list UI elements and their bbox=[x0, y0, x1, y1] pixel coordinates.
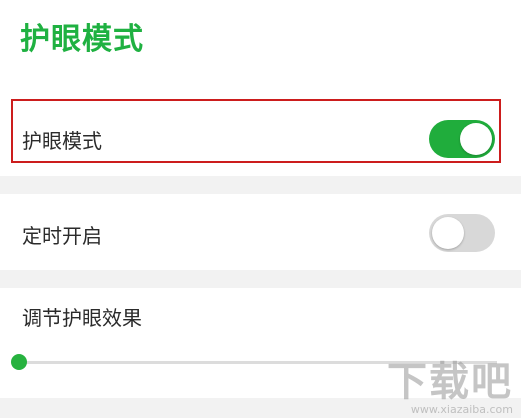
adjust-effect-label: 调节护眼效果 bbox=[22, 306, 142, 330]
toggle-knob bbox=[432, 217, 464, 249]
watermark-main: 下载吧 bbox=[387, 359, 513, 405]
page-title: 护眼模式 bbox=[20, 22, 144, 57]
scheduled-on-label: 定时开启 bbox=[22, 224, 102, 248]
scheduled-on-row[interactable]: 定时开启 bbox=[0, 194, 521, 270]
effect-slider-thumb[interactable] bbox=[11, 354, 27, 370]
highlight-box bbox=[11, 99, 501, 163]
section-divider bbox=[0, 270, 521, 288]
scheduled-on-toggle[interactable] bbox=[429, 214, 495, 252]
watermark-url: www.xiazaiba.com bbox=[410, 403, 513, 416]
section-divider bbox=[0, 176, 521, 194]
watermark-logo: 下载吧 www.xiazaiba.com bbox=[387, 360, 513, 416]
